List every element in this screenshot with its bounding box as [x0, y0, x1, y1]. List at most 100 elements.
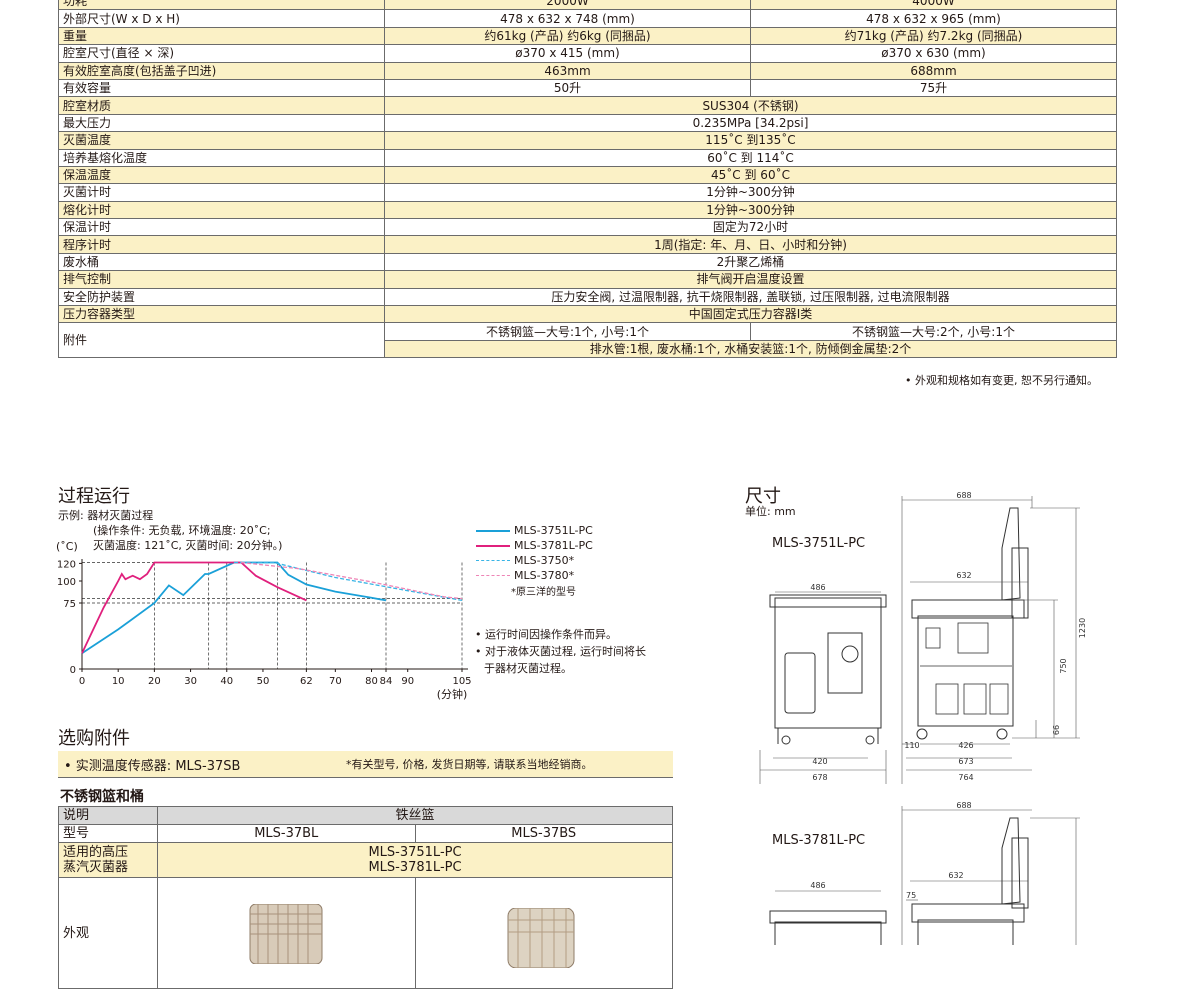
spec-note: • 外观和规格如有变更, 恕不另行通知。	[905, 374, 1098, 387]
options-row: • 实测温度传感器: MLS-37SB *有关型号, 价格, 发货日期等, 请联…	[58, 751, 673, 778]
chart-series-line	[81, 561, 387, 654]
dim-110: 110	[904, 741, 919, 750]
options-title: 选购附件	[58, 728, 130, 749]
chart-x-tick-label: 62	[300, 676, 313, 687]
option-note: *有关型号, 价格, 发货日期等, 请联系当地经销商。	[346, 758, 593, 771]
spec-label: 灭菌计时	[58, 183, 385, 202]
wire-basket-large-icon	[249, 904, 323, 964]
spec-value-a: ø370 x 415 (mm)	[384, 44, 751, 63]
chart-legend: MLS-3751L-PC MLS-3781L-PC MLS-3750* MLS-378…	[476, 523, 593, 583]
spec-label: 外部尺寸(W x D x H)	[58, 9, 385, 28]
spec-value-b: 688mm	[750, 61, 1117, 80]
chart-series-line	[81, 561, 307, 654]
legend-label: MLS-3751L-PC	[514, 524, 593, 537]
legend-swatch	[476, 575, 510, 576]
dim2-632: 632	[948, 871, 963, 880]
legend-swatch	[476, 529, 510, 532]
spec-row: 熔化计时 1分钟~300分钟	[58, 200, 1117, 220]
spec-row: 重量 约61kg (产品) 约6kg (同捆品) 约71kg (产品) 约7.2kg…	[58, 26, 1117, 46]
legend-label: MLS-3780*	[514, 569, 575, 582]
spec-value: 0.235MPa [34.2psi]	[384, 113, 1117, 133]
basket-applicable-value: MLS-3751L-PC MLS-3781L-PC	[157, 842, 673, 878]
spec-value-b: 478 x 632 x 965 (mm)	[750, 9, 1117, 28]
spec-row: 灭菌温度 115˚C 到135˚C	[58, 131, 1117, 150]
basket-desc-value: 铁丝篮	[157, 806, 673, 825]
legend-swatch	[476, 560, 510, 561]
dim-678: 678	[812, 773, 827, 782]
spec-value: 排气阀开启温度设置	[384, 270, 1117, 289]
basket-table: 说明 铁丝篮 型号 MLS-37BL MLS-37BS 适用的高压 蒸汽灭菌器 …	[58, 806, 673, 989]
basket-appearance-label: 外观	[58, 877, 158, 989]
chart-x-tick-label: 20	[148, 676, 161, 687]
spec-value: 压力安全阀, 过温限制器, 抗干烧限制器, 盖联锁, 过压限制器, 过电流限制器	[384, 287, 1117, 307]
spec-value-b: 约71kg (产品) 约7.2kg (同捆品)	[750, 26, 1117, 46]
spec-value-a: 463mm	[384, 61, 751, 80]
basket-title: 不锈钢篮和桶	[60, 789, 144, 805]
chart-ylabel: (˚C)	[56, 540, 78, 553]
spec-row: 有效腔室高度(包括盖子凹进) 463mm 688mm	[58, 61, 1117, 80]
spec-label: 腔室材质	[58, 96, 385, 115]
front-view-1	[769, 594, 887, 745]
basket-desc-label: 说明	[58, 806, 158, 825]
spec-label: 程序计时	[58, 235, 385, 254]
basket-model-b: MLS-37BS	[414, 824, 673, 843]
spec-value: 2升聚乙烯桶	[384, 252, 1117, 272]
dimension-lines-1	[759, 496, 1080, 784]
process-note-3: 于器材灭菌过程。	[484, 662, 572, 675]
spec-row: 压力容器类型 中国固定式压力容器Ⅰ类	[58, 305, 1117, 324]
basket-applicable-value-2: MLS-3781L-PC	[368, 860, 462, 875]
basket-model-a: MLS-37BL	[157, 824, 416, 843]
basket-large-image	[157, 877, 416, 989]
spec-label: 熔化计时	[58, 200, 385, 220]
chart-y-tick-label: 75	[63, 599, 76, 610]
chart-x-tick-label: 50	[257, 676, 270, 687]
basket-applicable-label: 适用的高压 蒸汽灭菌器	[58, 842, 158, 878]
spec-label: 腔室尺寸(直径 × 深)	[58, 44, 385, 63]
spec-value: 60˚C 到 114˚C	[384, 148, 1117, 167]
basket-small-image	[414, 877, 673, 989]
spec-row: 灭菌计时 1分钟~300分钟	[58, 183, 1117, 202]
chart-x-tick-label: 105	[452, 676, 471, 687]
spec-value: 固定为72小时	[384, 218, 1117, 237]
chart-x-tick-label: 10	[112, 676, 125, 687]
spec-row: 废水桶 2升聚乙烯桶	[58, 252, 1117, 272]
spec-row: 程序计时 1周(指定: 年、月、日、小时和分钟)	[58, 235, 1117, 254]
spec-row: 外部尺寸(W x D x H) 478 x 632 x 748 (mm) 478 x…	[58, 9, 1117, 28]
dim2-486: 486	[810, 881, 825, 890]
spec-value: 115˚C 到135˚C	[384, 131, 1117, 150]
basket-applicable-label-2: 蒸汽灭菌器	[63, 860, 129, 875]
spec-value-b: 4000W	[750, 0, 1117, 11]
basket-applicable-label-1: 适用的高压	[63, 845, 129, 860]
spec-value: 45˚C 到 60˚C	[384, 165, 1117, 185]
dim-688: 688	[956, 491, 971, 500]
spec-label: 附件	[58, 322, 385, 359]
spec-label: 排气控制	[58, 270, 385, 289]
dim2-688: 688	[956, 801, 971, 810]
spec-row: 保温温度 45˚C 到 60˚C	[58, 165, 1117, 185]
chart-footnote: *原三洋的型号	[511, 587, 576, 598]
side-view-2	[911, 817, 1029, 945]
spec-row: 排气控制 排气阀开启温度设置	[58, 270, 1117, 289]
chart-y-tick-label: 0	[70, 665, 76, 676]
spec-value-a: 2000W	[384, 0, 751, 11]
legend-label: MLS-3781L-PC	[514, 539, 593, 552]
spec-value-accessory-common: 排水管:1根, 废水桶:1个, 水桶安装篮:1个, 防倾倒金属垫:2个	[384, 339, 1117, 359]
spec-value-a: 50升	[384, 78, 751, 98]
dim-66: 66	[1052, 725, 1061, 735]
spec-row-accessory: 附件 不锈钢篮—大号:1个, 小号:1个 不锈钢篮—大号:2个, 小号:1个	[58, 322, 1117, 359]
legend-item: MLS-3781L-PC	[476, 538, 593, 553]
spec-row: 功耗 2000W 4000W	[58, 0, 1117, 11]
dim-673: 673	[958, 757, 973, 766]
spec-label: 有效容量	[58, 78, 385, 98]
spec-label: 重量	[58, 26, 385, 46]
legend-item: MLS-3750*	[476, 553, 593, 568]
spec-label: 最大压力	[58, 113, 385, 133]
spec-row: 培养基熔化温度 60˚C 到 114˚C	[58, 148, 1117, 167]
option-item: • 实测温度传感器: MLS-37SB	[64, 759, 241, 774]
legend-swatch	[476, 544, 510, 547]
process-note-1: • 运行时间因操作条件而异。	[475, 628, 617, 641]
legend-label: MLS-3750*	[514, 554, 575, 567]
spec-label: 有效腔室高度(包括盖子凹进)	[58, 61, 385, 80]
process-chart: (˚C) 0 10 20 30 40 50 62 70 80 84 90 105 0 75 100 120 (…	[56, 540, 472, 701]
dimension-labels-2: 688 632 486 75	[810, 801, 971, 900]
